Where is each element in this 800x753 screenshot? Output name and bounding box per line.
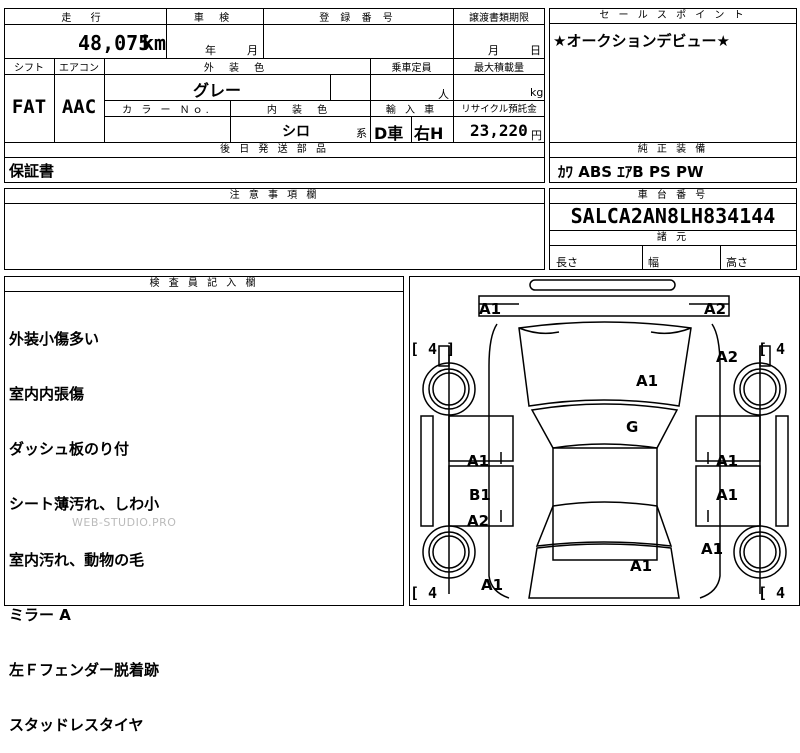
ac-value: AAC (61, 96, 97, 118)
caution-label: 注 意 事 項 欄 (5, 189, 544, 204)
transfer-deadline-label: 譲渡書類期限 (469, 13, 529, 24)
interior-color-label: 内 装 色 (266, 105, 334, 116)
sales-point-label: セ ー ル ス ポ イ ン ト (550, 9, 796, 24)
chassis-number-value: SALCA2AN8LH834144 (570, 204, 776, 228)
shaken-year: 年 (205, 44, 216, 57)
mark-front-left: A1 (479, 300, 502, 318)
later-parts-label: 後 日 発 送 部 品 (5, 143, 544, 158)
specs-label: 諸 元 (550, 231, 796, 246)
recycle-deposit-unit: 円 (531, 129, 542, 142)
note-line: ダッシュ板のり付 (9, 440, 130, 459)
mileage-unit: km (142, 31, 167, 55)
later-parts-text: 保証書 (9, 162, 55, 180)
mark-left-front-door: A1 (467, 452, 490, 470)
shift-label: シフト (14, 63, 44, 74)
import-label: 輸 入 車 (385, 105, 438, 116)
mileage-value: 48,075 (78, 31, 151, 55)
note-line: ミラー A (9, 605, 71, 624)
import-drive-value: D車 (374, 124, 404, 143)
recycle-deposit-label: リサイクル預託金 (461, 104, 537, 115)
standard-equipment-text: ｶﾜ ABS ｴｱB PS PW (558, 163, 704, 181)
chassis-number-label: 車 台 番 号 (550, 189, 796, 204)
exterior-color-value: グレー (192, 81, 241, 100)
recycle-deposit-value: 23,220 (470, 121, 528, 140)
tire-front-left: [ 4 ] (410, 340, 456, 358)
tire-rear-left: [ 4 (410, 584, 438, 602)
watermark: WEB-STUDIO.PRO (72, 516, 177, 529)
mark-roof-rear: A1 (630, 557, 653, 575)
inspector-label: 検 査 員 記 入 欄 (5, 277, 403, 292)
mark-rear-left: A1 (481, 576, 504, 594)
registration-label: 登 録 番 号 (319, 13, 397, 24)
interior-color-value: シロ (282, 124, 310, 140)
height-label: 高さ (726, 256, 748, 269)
note-line: 左Ｆフェンダー脱着跡 (9, 661, 160, 680)
note-line: 室内汚れ、動物の毛 (9, 550, 145, 569)
interior-color-suffix: 系 (356, 127, 367, 140)
mark-right-rear-door: A1 (716, 486, 739, 504)
load-unit: kg (530, 86, 544, 99)
mark-right-rear-fender: A1 (701, 540, 724, 558)
standard-equipment-label: 純 正 装 備 (550, 143, 796, 158)
mark-windshield: G (626, 418, 639, 436)
note-line: 外装小傷多い (9, 329, 100, 348)
shift-value: FAT (11, 96, 47, 118)
transfer-month: 月 (488, 44, 499, 57)
tire-rear-right: [ 4 (758, 584, 786, 602)
capacity-label: 乗車定員 (391, 63, 432, 74)
sales-point-box (549, 8, 797, 143)
import-steering-value: 右H (414, 124, 444, 143)
car-diagram (420, 279, 789, 599)
mark-front-right: A2 (704, 300, 727, 318)
exterior-color-label: 外 装 色 (203, 63, 271, 74)
sales-point-text: ★オークションデビュー★ (553, 32, 730, 50)
transfer-day: 日 (530, 44, 541, 57)
mark-left-pillar: B1 (469, 486, 491, 504)
top-table (4, 8, 545, 143)
ac-label: エアコン (59, 63, 99, 74)
shaken-label: 車 検 (193, 13, 236, 24)
mark-hood: A1 (636, 372, 659, 390)
note-line: 室内内張傷 (9, 385, 85, 404)
mark-right-front-fender: A2 (716, 348, 739, 366)
shaken-month: 月 (247, 44, 258, 57)
width-label: 幅 (648, 256, 659, 269)
color-no-label: カ ラ ー Ｎｏ. (122, 105, 212, 116)
mileage-label: 走 行 (61, 13, 109, 24)
note-line: スタッドレスタイヤ (9, 716, 144, 735)
mark-left-rear-door: A2 (467, 512, 490, 530)
tire-front-right: [ 4 (758, 340, 786, 358)
mark-right-front-door: A1 (716, 452, 739, 470)
note-line: シート薄汚れ、しわ小 (9, 495, 160, 514)
length-label: 長さ (556, 256, 578, 269)
max-load-label: 最大積載量 (474, 63, 524, 74)
